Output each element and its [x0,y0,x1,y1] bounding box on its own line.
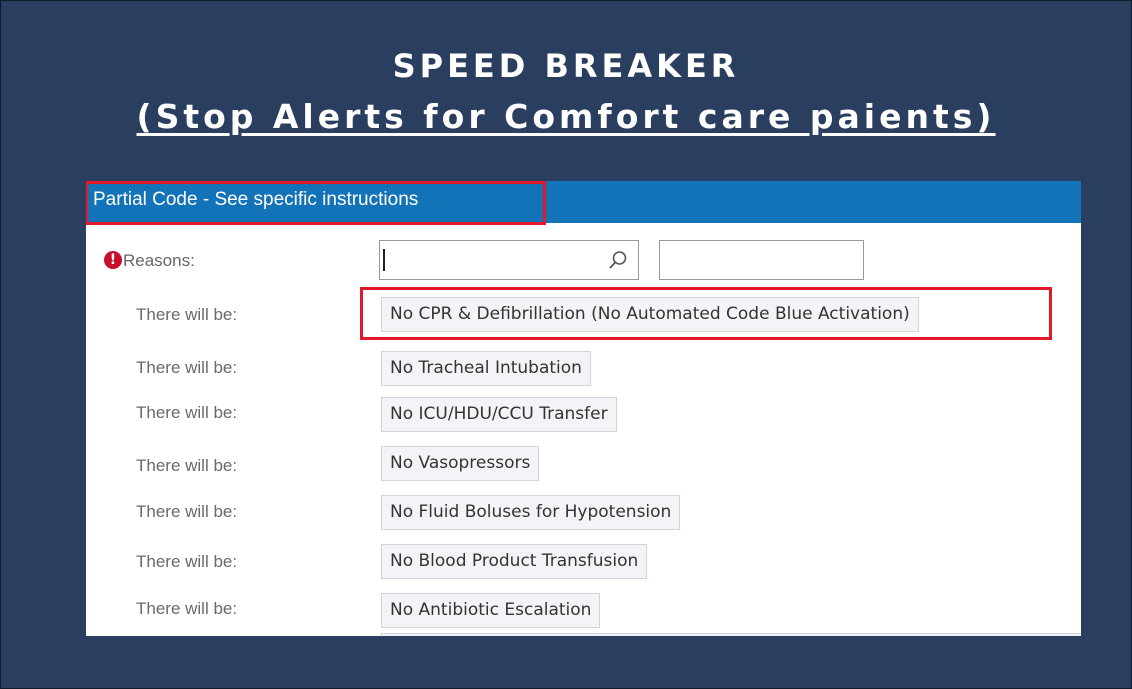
option-label: There will be: [136,552,238,571]
option-label: There will be: [136,502,238,521]
option-label: There will be: [136,305,238,324]
panel-header: Partial Code - See specific instructions [86,181,1081,225]
search-icon[interactable] [608,250,628,270]
slide: SPEED BREAKER (Stop Alerts for Comfort c… [0,0,1132,689]
option-no-antibiotic-escalation-button[interactable]: No Antibiotic Escalation [381,593,601,628]
option-no-blood-transfusion-button[interactable]: No Blood Product Transfusion [381,544,648,579]
text-caret [383,249,385,271]
slide-subtitle: (Stop Alerts for Comfort care paients) [136,97,996,136]
option-button-cutoff[interactable] [381,633,1081,636]
option-no-intubation-button[interactable]: No Tracheal Intubation [381,351,591,386]
option-label: There will be: [136,599,238,618]
header-highlight-box [86,181,546,225]
option-no-icu-transfer-button[interactable]: No ICU/HDU/CCU Transfer [381,397,617,432]
reasons-search-input[interactable] [379,240,639,280]
exclamation-circle-icon: ! [104,251,122,269]
reasons-label: Reasons: [123,251,195,270]
option-label: There will be: [136,358,238,377]
option-label: There will be: [136,456,238,475]
option-no-vasopressors-button[interactable]: No Vasopressors [381,446,540,481]
option-label: There will be: [136,403,238,422]
slide-title: SPEED BREAKER [392,47,740,85]
code-status-panel: Partial Code - See specific instructions… [86,181,1081,636]
option-no-cpr-button[interactable]: No CPR & Defibrillation (No Automated Co… [381,297,919,332]
reasons-text-input[interactable] [659,240,864,280]
option-no-fluid-boluses-button[interactable]: No Fluid Boluses for Hypotension [381,495,681,530]
